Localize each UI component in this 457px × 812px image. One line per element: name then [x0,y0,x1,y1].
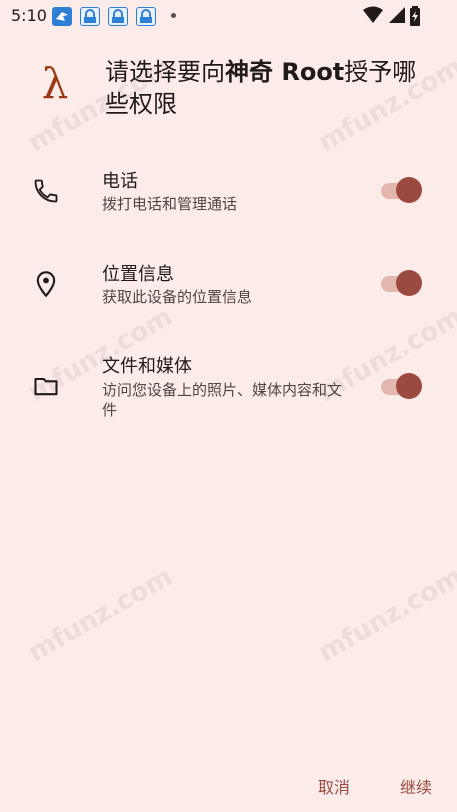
phone-icon [32,177,60,205]
permission-description: 拨打电话和管理通话 [102,195,238,213]
permission-item-files: 文件和媒体 访问您设备上的照片、媒体内容和文件 [0,352,457,432]
permission-description: 获取此设备的位置信息 [102,288,253,306]
wifi-icon [363,6,383,23]
continue-button[interactable]: 继续 [398,770,434,802]
permission-title: 电话 [102,171,138,192]
watermark: mfunz.com [313,561,457,669]
location-permission-toggle[interactable] [381,268,423,298]
toggle-thumb [396,373,422,399]
status-bar: 5:10 [0,0,457,32]
cancel-button[interactable]: 取消 [316,770,352,802]
location-icon [32,270,60,298]
status-time: 5:10 [11,6,47,25]
phone-permission-toggle[interactable] [381,175,423,205]
permission-item-location: 位置信息 获取此设备的位置信息 [0,258,457,318]
folder-icon [32,372,60,400]
title-app-name: 神奇 Root [225,58,345,86]
title-prefix: 请选择要向 [105,58,225,86]
battery-icon [410,6,420,26]
dot-icon [171,13,176,18]
system-icons [363,6,421,26]
files-permission-toggle[interactable] [381,371,423,401]
signal-icon [389,7,405,23]
permission-title: 文件和媒体 [102,356,192,377]
app-lock-icon [136,7,156,26]
permission-item-phone: 电话 拨打电话和管理通话 [0,165,457,225]
app-lock-icon [80,7,100,26]
toggle-thumb [396,270,422,296]
bird-icon [52,7,72,26]
dialog-title: 请选择要向神奇 Root授予哪些权限 [105,56,425,120]
watermark: mfunz.com [23,561,178,669]
toggle-thumb [396,177,422,203]
app-icon: λ [41,59,69,108]
permission-title: 位置信息 [102,264,174,285]
permission-description: 访问您设备上的照片、媒体内容和文件 [102,381,343,419]
app-lock-icon [108,7,128,26]
